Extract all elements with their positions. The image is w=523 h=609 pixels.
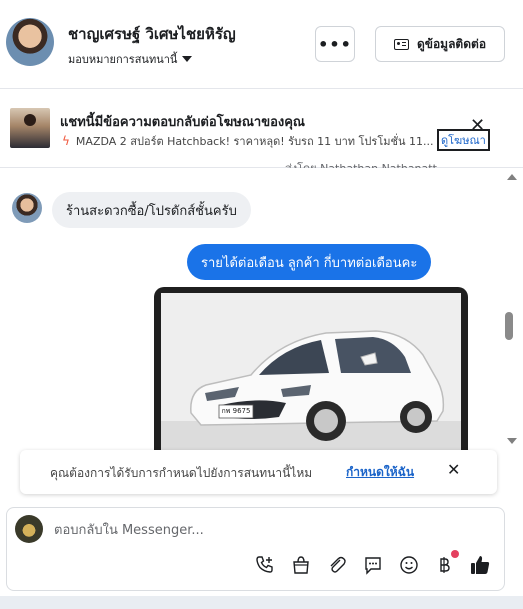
thumbs-up-icon[interactable] — [469, 554, 491, 576]
notice-close-icon[interactable]: ✕ — [447, 461, 460, 479]
view-contact-info-button[interactable]: ดูข้อมูลติดต่อ — [375, 26, 505, 62]
contact-avatar[interactable] — [6, 18, 54, 66]
reply-input[interactable] — [54, 520, 474, 540]
paperclip-icon[interactable] — [326, 554, 348, 576]
phone-plus-icon[interactable] — [254, 554, 276, 576]
assign-notice-text: คุณต้องการได้รับการกำหนดไปยังการสนทนานี้… — [50, 466, 313, 480]
caret-down-icon — [182, 56, 193, 62]
incoming-message: ร้านสะดวกซื้อ/โปรดักส์ชั้นครับ — [52, 192, 251, 228]
bottom-divider — [0, 596, 523, 609]
notification-dot — [451, 550, 459, 558]
page-avatar — [15, 515, 43, 543]
emoji-icon[interactable] — [398, 554, 420, 576]
shopping-bag-icon[interactable] — [290, 554, 312, 576]
outgoing-message: รายได้ต่อเดือน ลูกค้า กี่บาทต่อเดือนคะ — [187, 244, 432, 280]
contact-info-label: ดูข้อมูลติดต่อ — [416, 36, 487, 51]
baht-icon[interactable] — [433, 554, 455, 576]
scroll-down-icon[interactable] — [507, 438, 517, 444]
car-image — [161, 293, 461, 462]
more-options-button[interactable]: ••• — [315, 26, 355, 62]
lightning-icon: ϟ — [62, 134, 70, 148]
assign-to-me-link[interactable]: กำหนดให้ฉัน — [346, 463, 414, 482]
assign-label: มอบหมายการสนทนานี้ — [68, 53, 178, 66]
contact-card-icon — [393, 38, 409, 50]
more-icon: ••• — [318, 34, 352, 54]
close-icon[interactable]: ✕ — [470, 117, 485, 135]
scrollbar[interactable] — [505, 168, 519, 453]
ad-banner-title: แชทนี้มีข้อความตอบกลับต่อโฆษณาของคุณ — [60, 115, 305, 130]
chat-bubble-icon[interactable] — [362, 554, 384, 576]
assign-conversation-dropdown[interactable]: มอบหมายการสนทนานี้ — [68, 50, 193, 68]
license-plate: กพ 9675 — [221, 407, 251, 415]
scroll-up-icon[interactable] — [507, 174, 517, 180]
car-photo-attachment[interactable]: กพ 9675 — [154, 287, 468, 462]
ad-banner-subtitle: ϟ MAZDA 2 สปอร์ต Hatchback! ราคาหลุด! รั… — [62, 132, 434, 150]
contact-name[interactable]: ชาญเศรษฐ์ วิเศษไชยหิรัญ — [68, 22, 236, 46]
ad-thumbnail — [10, 108, 50, 148]
scrollbar-thumb[interactable] — [505, 312, 513, 340]
ad-subtitle-text: MAZDA 2 สปอร์ต Hatchback! ราคาหลุด! รับร… — [75, 135, 434, 148]
contact-avatar-small — [12, 193, 42, 223]
